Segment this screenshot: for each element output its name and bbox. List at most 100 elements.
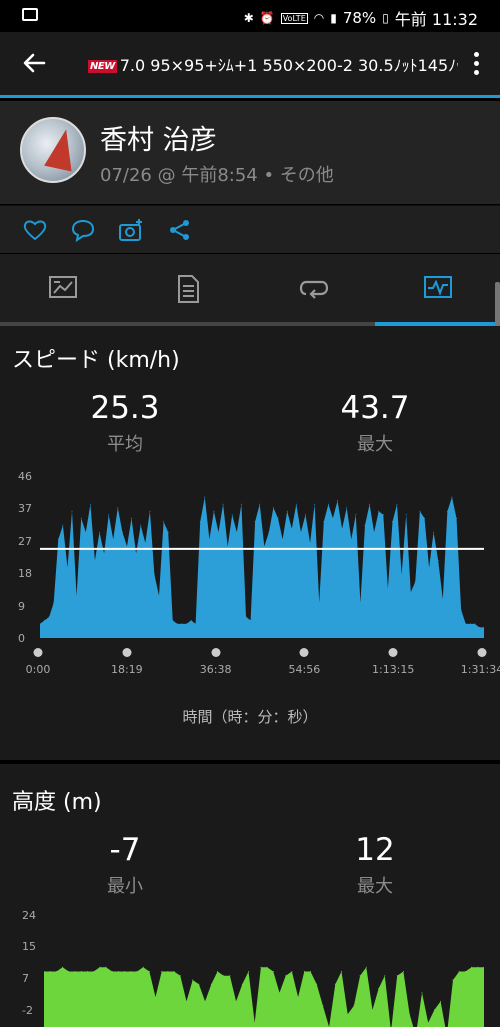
share-icon[interactable] <box>167 218 193 242</box>
tab-laps[interactable] <box>250 254 375 326</box>
data-point <box>424 517 425 519</box>
data-point <box>347 1013 349 1015</box>
data-point <box>44 619 46 621</box>
data-point <box>268 531 270 533</box>
data-point <box>365 966 367 968</box>
speed-chart[interactable] <box>40 476 484 638</box>
wifi-icon: ◠ <box>313 11 325 25</box>
tab-details[interactable] <box>125 254 250 326</box>
data-point <box>142 966 144 968</box>
data-point <box>337 500 338 502</box>
data-point <box>135 553 137 554</box>
data-point <box>99 966 101 968</box>
y-tick-label: 15 <box>22 940 36 953</box>
y-tick-label: 37 <box>18 502 32 516</box>
tab-summary[interactable] <box>0 254 125 326</box>
data-point <box>310 971 311 972</box>
elevation-chart-card: 高度 (m) -7 最小 12 最大 24 15 7 -2 <box>0 764 500 1027</box>
activity-title: NEW 7.0 95×95+ｼﾑ+1 550×200-2 30.5ﾉｯﾄ145ﾉｯ… <box>88 52 458 76</box>
add-photo-icon[interactable] <box>118 218 144 242</box>
data-point <box>334 983 336 985</box>
volte-icon: VoLTE <box>280 12 308 24</box>
x-tick-marker <box>299 648 309 657</box>
data-point <box>126 545 128 547</box>
data-point <box>263 545 265 547</box>
y-tick-label: 18 <box>18 567 32 581</box>
data-point <box>245 616 247 618</box>
data-point <box>437 560 439 561</box>
x-tick-label: 0:00 <box>25 663 51 676</box>
data-point <box>359 975 361 977</box>
data-point <box>442 598 444 600</box>
x-tick-marker <box>33 648 43 657</box>
data-point <box>198 983 200 985</box>
data-point <box>414 581 416 583</box>
data-point <box>254 521 256 523</box>
area-series-0 <box>40 497 484 638</box>
data-point <box>136 971 138 972</box>
elevation-chart[interactable] <box>44 916 484 1027</box>
data-point <box>204 496 206 498</box>
data-point <box>190 619 192 621</box>
elevation-min-value: -7 <box>109 832 141 868</box>
data-point <box>229 975 231 977</box>
data-point <box>316 983 318 985</box>
data-point <box>140 524 142 526</box>
data-point <box>446 510 448 512</box>
data-point <box>192 979 194 981</box>
data-point <box>208 538 210 540</box>
bluetooth-icon: ✱ <box>243 11 254 25</box>
data-point <box>99 531 100 533</box>
data-point <box>260 966 262 968</box>
data-point <box>456 517 457 519</box>
data-point <box>250 619 252 621</box>
data-point <box>131 517 132 519</box>
data-point <box>158 595 160 597</box>
more-vert-icon[interactable] <box>474 52 480 76</box>
data-point <box>179 975 181 977</box>
data-point <box>405 514 407 516</box>
data-point <box>117 971 119 972</box>
data-point <box>148 971 150 972</box>
data-point <box>346 507 348 509</box>
data-point <box>213 510 215 512</box>
y-tick-label: 9 <box>18 599 25 613</box>
data-point <box>49 971 51 972</box>
user-name[interactable]: 香村 治彦 <box>100 118 217 157</box>
data-point <box>67 567 68 569</box>
data-point <box>396 975 398 977</box>
data-point <box>85 531 87 533</box>
speed-avg-value: 25.3 <box>90 390 160 426</box>
data-point <box>364 524 366 526</box>
data-point <box>285 975 287 977</box>
data-point <box>355 514 357 516</box>
data-point <box>48 616 50 618</box>
data-point <box>286 510 288 512</box>
data-point <box>86 971 88 972</box>
profile-card: 香村 治彦 07/26 @ 午前8:54 • その他 <box>0 101 500 204</box>
data-point <box>105 966 107 968</box>
data-point <box>186 623 187 625</box>
data-point <box>248 971 249 972</box>
data-point <box>112 538 114 540</box>
data-point <box>74 971 76 972</box>
data-point <box>223 975 225 977</box>
x-tick-label: 18:19 <box>110 663 143 676</box>
x-tick-marker <box>211 648 221 657</box>
data-point <box>427 1022 429 1024</box>
data-point <box>359 602 361 604</box>
data-point <box>282 538 284 540</box>
data-point <box>279 992 280 994</box>
arrow-left-icon[interactable] <box>18 47 50 79</box>
area-series-1 <box>44 967 484 1027</box>
data-point <box>130 971 132 972</box>
data-point <box>235 1000 237 1002</box>
data-point <box>144 542 146 544</box>
tab-charts[interactable] <box>375 254 500 326</box>
speed-title: スピード (km/h) <box>12 348 180 373</box>
data-point <box>57 538 59 540</box>
data-point <box>241 983 243 985</box>
heart-icon[interactable] <box>22 218 48 242</box>
avatar[interactable] <box>20 117 86 183</box>
comment-icon[interactable] <box>70 218 96 242</box>
